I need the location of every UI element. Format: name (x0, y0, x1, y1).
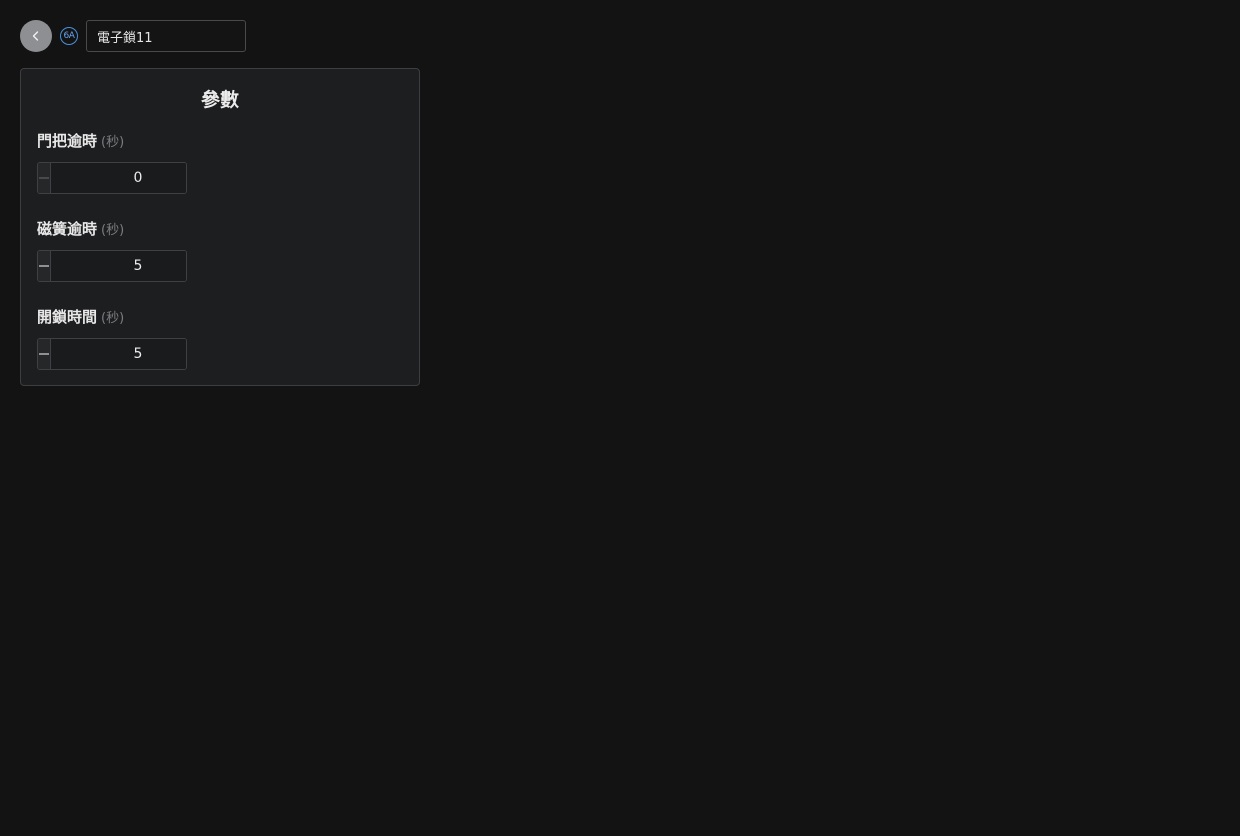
chevron-left-icon (32, 31, 39, 41)
decrement-button[interactable] (38, 339, 51, 369)
field-label-text: 門把逾時 (37, 132, 98, 150)
device-name-input[interactable] (86, 20, 246, 52)
reed-timeout-stepper (37, 250, 187, 282)
field-label: 門把逾時 (秒) (37, 130, 187, 152)
header-bar: 6A (20, 20, 246, 52)
field-unit: (秒) (101, 311, 125, 326)
field-label-text: 開鎖時間 (37, 308, 98, 326)
panel-title: 參數 (200, 89, 239, 111)
back-button[interactable] (20, 20, 52, 52)
device-id-badge: 6A (60, 27, 78, 45)
field-unit: (秒) (101, 223, 125, 238)
handle-timeout-stepper (37, 162, 187, 194)
field-label: 開鎖時間 (秒) (37, 306, 187, 328)
minus-icon (39, 353, 49, 355)
parameters-panel: 參數 門把逾時(秒) 磁簧逾時(秒) (20, 68, 420, 386)
minus-icon (39, 265, 49, 267)
reed-timeout-input[interactable] (51, 251, 186, 281)
field-label: 磁簧逾時 (秒) (37, 218, 187, 240)
decrement-button[interactable] (38, 251, 51, 281)
reed-timeout-field: 磁簧逾時 (秒) (37, 218, 187, 282)
unlock-time-field: 開鎖時間 (秒) (37, 306, 187, 370)
handle-timeout-field: 門把逾時 (秒) (37, 130, 187, 194)
field-label-text: 磁簧逾時 (37, 220, 98, 238)
unlock-time-input[interactable] (51, 339, 186, 369)
field-unit: (秒) (101, 135, 125, 150)
decrement-button[interactable] (38, 163, 51, 193)
unlock-time-stepper (37, 338, 187, 370)
handle-timeout-input[interactable] (51, 163, 186, 193)
minus-icon (39, 177, 49, 179)
